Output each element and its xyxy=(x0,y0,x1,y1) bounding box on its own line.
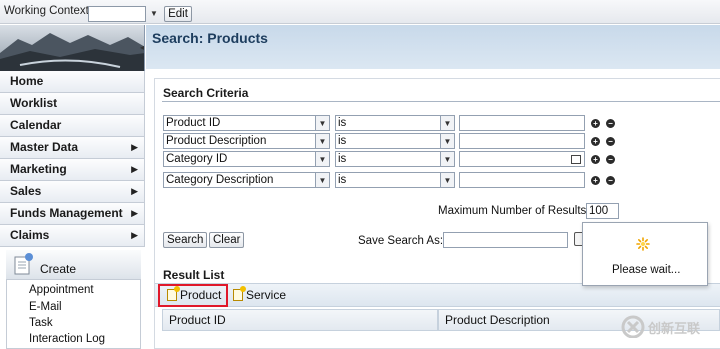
nav-item-label: Funds Management xyxy=(10,206,123,220)
new-document-icon xyxy=(167,286,180,301)
criteria-value-input[interactable] xyxy=(459,151,585,167)
edit-button[interactable]: Edit xyxy=(164,6,192,22)
loading-spinner-icon xyxy=(636,237,650,251)
value-help-icon[interactable] xyxy=(571,155,581,164)
criteria-field-select[interactable]: Category ID xyxy=(163,151,316,167)
nav-item-master-data[interactable]: Master Data ▶ xyxy=(0,137,145,159)
criteria-value-input[interactable] xyxy=(459,172,585,188)
chevron-down-icon[interactable]: ▼ xyxy=(441,115,455,131)
criteria-operator-select[interactable]: is xyxy=(335,172,441,188)
chevron-right-icon: ▶ xyxy=(131,164,138,174)
nav-item-marketing[interactable]: Marketing ▶ xyxy=(0,159,145,181)
criteria-operator-select[interactable]: is xyxy=(335,133,441,149)
criteria-value-input[interactable] xyxy=(459,115,585,131)
add-row-icon[interactable]: + xyxy=(591,119,600,128)
new-product-button[interactable]: Product xyxy=(167,286,222,302)
criteria-value-input[interactable] xyxy=(459,133,585,149)
working-context-input[interactable] xyxy=(88,6,146,22)
criteria-operator-select[interactable]: is xyxy=(335,151,441,167)
chevron-down-icon[interactable]: ▼ xyxy=(441,172,455,188)
new-document-icon xyxy=(14,252,33,275)
new-service-button[interactable]: Service xyxy=(233,286,287,302)
create-label: Create xyxy=(40,262,77,276)
new-product-label: Product xyxy=(180,288,222,302)
criteria-operator-select[interactable]: is xyxy=(335,115,441,131)
chevron-right-icon: ▶ xyxy=(131,208,138,218)
chevron-down-icon[interactable]: ▼ xyxy=(148,7,160,20)
nav-item-calendar[interactable]: Calendar xyxy=(0,115,145,137)
nav-item-label: Worklist xyxy=(10,96,58,110)
criteria-field-select[interactable]: Product Description xyxy=(163,133,316,149)
nav-item-label: Calendar xyxy=(10,118,62,132)
chevron-down-icon[interactable]: ▼ xyxy=(316,133,330,149)
search-button[interactable]: Search xyxy=(163,232,208,248)
nav-item-label: Claims xyxy=(10,228,50,242)
please-wait-text: Please wait... xyxy=(612,264,681,276)
chevron-right-icon: ▶ xyxy=(131,142,138,152)
navigation-menu: Home Worklist Calendar Master Data ▶ Mark… xyxy=(0,71,145,247)
create-task-link[interactable]: Task xyxy=(29,317,53,329)
new-service-label: Service xyxy=(246,288,287,302)
watermark-text: 创新互联 xyxy=(648,321,701,336)
remove-row-icon[interactable]: − xyxy=(606,155,615,164)
nav-item-label: Home xyxy=(10,74,44,88)
add-row-icon[interactable]: + xyxy=(591,176,600,185)
nav-item-claims[interactable]: Claims ▶ xyxy=(0,225,145,247)
nav-item-worklist[interactable]: Worklist xyxy=(0,93,145,115)
chevron-down-icon[interactable]: ▼ xyxy=(441,151,455,167)
result-list-title: Result List xyxy=(163,268,225,282)
max-results-label: Maximum Number of Results: xyxy=(438,205,590,217)
create-email-link[interactable]: E-Mail xyxy=(29,301,62,313)
add-row-icon[interactable]: + xyxy=(591,155,600,164)
nav-item-label: Marketing xyxy=(10,162,67,176)
section-divider xyxy=(162,101,720,102)
create-interaction-log-link[interactable]: Interaction Log xyxy=(29,333,105,345)
save-search-input[interactable] xyxy=(443,232,568,248)
create-appointment-link[interactable]: Appointment xyxy=(29,284,94,296)
chevron-down-icon[interactable]: ▼ xyxy=(316,172,330,188)
nav-item-sales[interactable]: Sales ▶ xyxy=(0,181,145,203)
save-search-label: Save Search As: xyxy=(358,235,444,247)
clear-button[interactable]: Clear xyxy=(209,232,245,248)
please-wait-popup xyxy=(582,222,708,286)
remove-row-icon[interactable]: − xyxy=(606,119,615,128)
remove-row-icon[interactable]: − xyxy=(606,137,615,146)
add-row-icon[interactable]: + xyxy=(591,137,600,146)
logo-image xyxy=(0,25,145,71)
chevron-right-icon: ▶ xyxy=(131,186,138,196)
working-context-label: Working Context: xyxy=(4,5,92,17)
nav-item-label: Master Data xyxy=(10,140,79,154)
criteria-field-select[interactable]: Category Description xyxy=(163,172,316,188)
criteria-field-select[interactable]: Product ID xyxy=(163,115,316,131)
new-document-icon xyxy=(233,286,246,301)
nav-item-home[interactable]: Home xyxy=(0,71,145,93)
column-header-product-id[interactable]: Product ID xyxy=(162,309,438,331)
chevron-down-icon[interactable]: ▼ xyxy=(316,151,330,167)
chevron-down-icon[interactable]: ▼ xyxy=(441,133,455,149)
nav-item-funds-management[interactable]: Funds Management ▶ xyxy=(0,203,145,225)
page-title: Search: Products xyxy=(152,30,268,46)
max-results-input[interactable]: 100 xyxy=(586,203,619,219)
remove-row-icon[interactable]: − xyxy=(606,176,615,185)
chevron-right-icon: ▶ xyxy=(131,230,138,240)
collapse-icon[interactable]: ◂ xyxy=(140,43,144,52)
chevron-down-icon[interactable]: ▼ xyxy=(316,115,330,131)
nav-item-label: Sales xyxy=(10,184,42,198)
search-criteria-title: Search Criteria xyxy=(163,86,249,100)
